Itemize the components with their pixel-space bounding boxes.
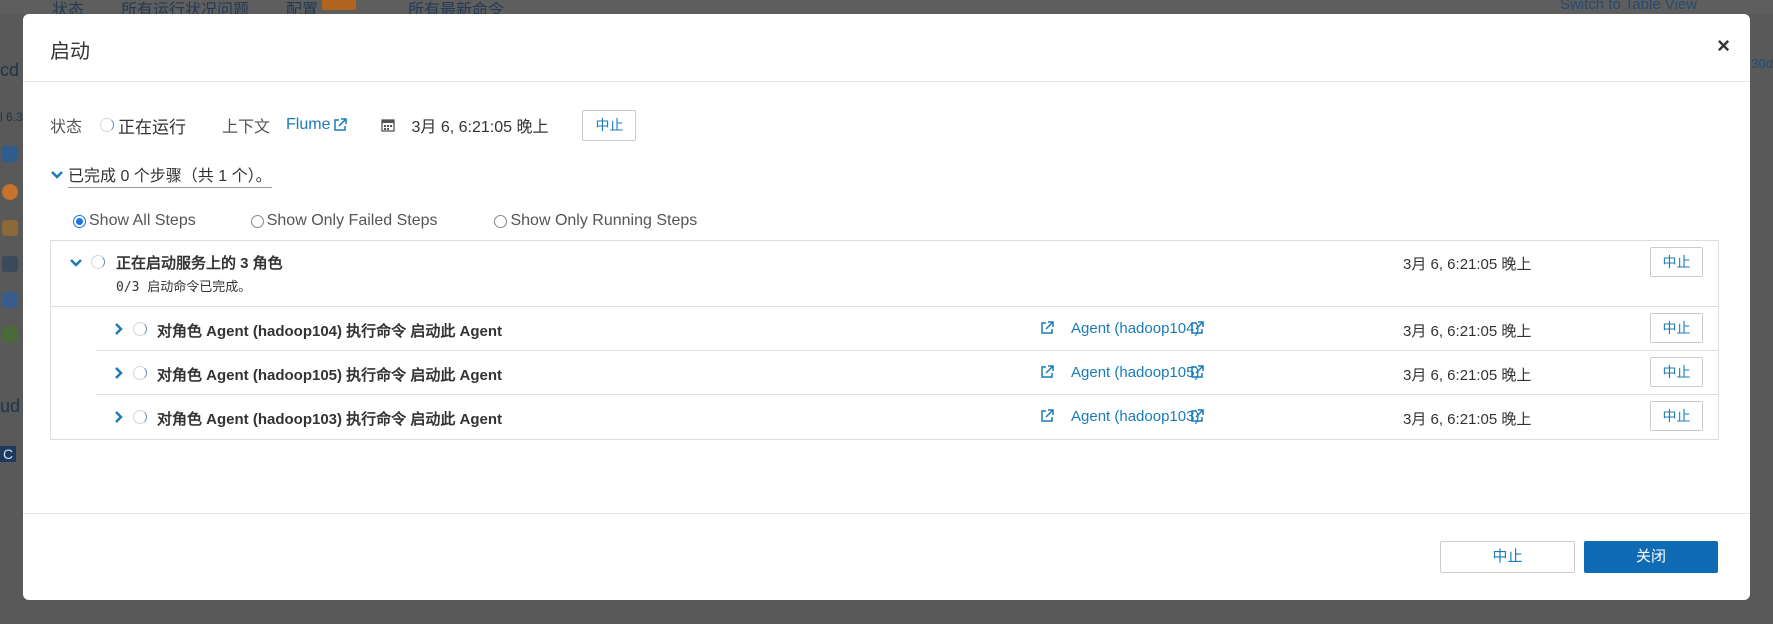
child-step-abort-button[interactable]: 中止 xyxy=(1650,357,1703,387)
external-link-icon[interactable] xyxy=(1040,409,1054,423)
modal-header: 启动 × xyxy=(23,14,1750,82)
close-button[interactable]: 关闭 xyxy=(1584,541,1718,573)
child-step-title: 对角色 Agent (hadoop103) 执行命令 启动此 Agent xyxy=(157,411,503,428)
bg-left-fragment-3: ud xyxy=(0,396,21,416)
bg-chart-icon xyxy=(2,184,18,200)
bg-nodes-icon xyxy=(2,256,18,272)
summary-text: 已完成 0 个步骤（共 1 个）。 xyxy=(68,162,272,188)
command-timestamp: 3月 6, 6:21:05 晚上 xyxy=(411,119,549,136)
step-spinner-icon xyxy=(91,255,105,269)
child-step-abort-button[interactable]: 中止 xyxy=(1650,401,1703,431)
step-spinner-icon xyxy=(133,322,147,336)
chevron-right-icon[interactable] xyxy=(112,322,126,336)
calendar-icon xyxy=(381,119,396,132)
steps-summary[interactable]: 已完成 0 个步骤（共 1 个）。 xyxy=(50,162,272,188)
external-link-icon[interactable] xyxy=(1040,365,1054,379)
bg-left-fragment-2: l 6.3 xyxy=(0,110,23,124)
start-command-modal: 启动 × 状态 正在运行 上下文 Flume 3月 6, 6:21:05 晚上 … xyxy=(23,14,1750,600)
filter-running-steps-label: Show Only Running Steps xyxy=(510,212,698,229)
bg-left-fragment-1: cd xyxy=(0,60,20,80)
radio-failed-steps[interactable] xyxy=(250,214,264,228)
steps-table: 正在启动服务上的 3 角色 0/3 启动命令已完成。 3月 6, 6:21:05… xyxy=(50,240,1719,440)
radio-all-steps[interactable] xyxy=(73,214,86,228)
status-label: 状态 xyxy=(50,119,83,136)
step-spinner-icon xyxy=(133,366,147,380)
parent-step-abort-button[interactable]: 中止 xyxy=(1650,247,1703,277)
child-step-row: 对角色 Agent (hadoop103) 执行命令 启动此 Agent Age… xyxy=(96,395,1718,439)
bg-list-icon xyxy=(2,146,18,162)
parent-step-time: 3月 6, 6:21:05 晚上 xyxy=(1403,256,1532,273)
background-top-bar: 状态 所有运行状况问题 配置 所有最新命令 Switch to Table Vi… xyxy=(0,0,1773,19)
step-filter-group: Show All Steps Show Only Failed Steps Sh… xyxy=(73,212,697,230)
child-step-abort-button[interactable]: 中止 xyxy=(1650,313,1703,343)
external-link-icon[interactable] xyxy=(1040,321,1054,335)
child-step-row: 对角色 Agent (hadoop105) 执行命令 启动此 Agent Age… xyxy=(96,351,1718,395)
context-label: 上下文 xyxy=(222,119,271,136)
bg-right-fragment: 30d xyxy=(1751,56,1773,71)
bg-table-view-link: Switch to Table View xyxy=(1559,0,1697,13)
chevron-right-icon[interactable] xyxy=(112,410,126,424)
filter-failed-steps-label: Show Only Failed Steps xyxy=(266,212,438,229)
bg-left-fragment-4: C xyxy=(0,446,17,462)
external-link-icon[interactable] xyxy=(1190,321,1204,335)
modal-title: 启动 xyxy=(50,41,90,63)
close-icon[interactable]: × xyxy=(1717,35,1730,57)
bg-grid-icon xyxy=(2,292,18,308)
radio-running-steps[interactable] xyxy=(494,214,508,228)
context-link-flume[interactable]: Flume xyxy=(286,116,330,134)
bg-doc-icon xyxy=(2,220,18,236)
bg-figure-icon xyxy=(2,326,18,342)
child-step-role-link[interactable]: Agent (hadoop105) xyxy=(1071,364,1199,381)
child-step-role-link[interactable]: Agent (hadoop103) xyxy=(1071,408,1199,425)
filter-all-steps-label: Show All Steps xyxy=(89,212,196,229)
bg-config-badge xyxy=(322,0,356,10)
chevron-right-icon[interactable] xyxy=(112,366,126,380)
modal-footer: 中止 关闭 xyxy=(23,513,1750,600)
status-row: 状态 正在运行 上下文 Flume 3月 6, 6:21:05 晚上 中止 xyxy=(50,109,637,141)
filter-failed-steps[interactable]: Show Only Failed Steps xyxy=(250,212,438,230)
parent-step-subtitle: 0/3 启动命令已完成。 xyxy=(116,280,252,295)
loading-spinner-icon xyxy=(100,118,115,132)
child-step-time: 3月 6, 6:21:05 晚上 xyxy=(1403,323,1532,340)
child-step-role-link[interactable]: Agent (hadoop104) xyxy=(1071,320,1199,337)
parent-step-title: 正在启动服务上的 3 角色 xyxy=(116,255,283,272)
external-link-icon[interactable] xyxy=(1190,409,1204,423)
step-spinner-icon xyxy=(133,410,147,424)
status-value: 正在运行 xyxy=(118,117,187,137)
filter-all-steps[interactable]: Show All Steps xyxy=(73,212,196,230)
chevron-down-icon[interactable] xyxy=(69,256,83,270)
chevron-down-icon[interactable] xyxy=(50,168,64,182)
child-step-title: 对角色 Agent (hadoop105) 执行命令 启动此 Agent xyxy=(157,367,503,384)
child-step-row: 对角色 Agent (hadoop104) 执行命令 启动此 Agent Age… xyxy=(96,307,1718,351)
child-step-title: 对角色 Agent (hadoop104) 执行命令 启动此 Agent xyxy=(157,323,503,340)
child-step-time: 3月 6, 6:21:05 晚上 xyxy=(1403,367,1532,384)
abort-command-button[interactable]: 中止 xyxy=(582,109,637,141)
parent-step-row: 正在启动服务上的 3 角色 0/3 启动命令已完成。 3月 6, 6:21:05… xyxy=(51,241,1718,307)
external-link-icon[interactable] xyxy=(1190,365,1204,379)
footer-abort-button[interactable]: 中止 xyxy=(1440,541,1575,573)
external-link-icon[interactable] xyxy=(333,118,348,132)
child-step-time: 3月 6, 6:21:05 晚上 xyxy=(1403,411,1532,428)
filter-running-steps[interactable]: Show Only Running Steps xyxy=(494,212,697,230)
